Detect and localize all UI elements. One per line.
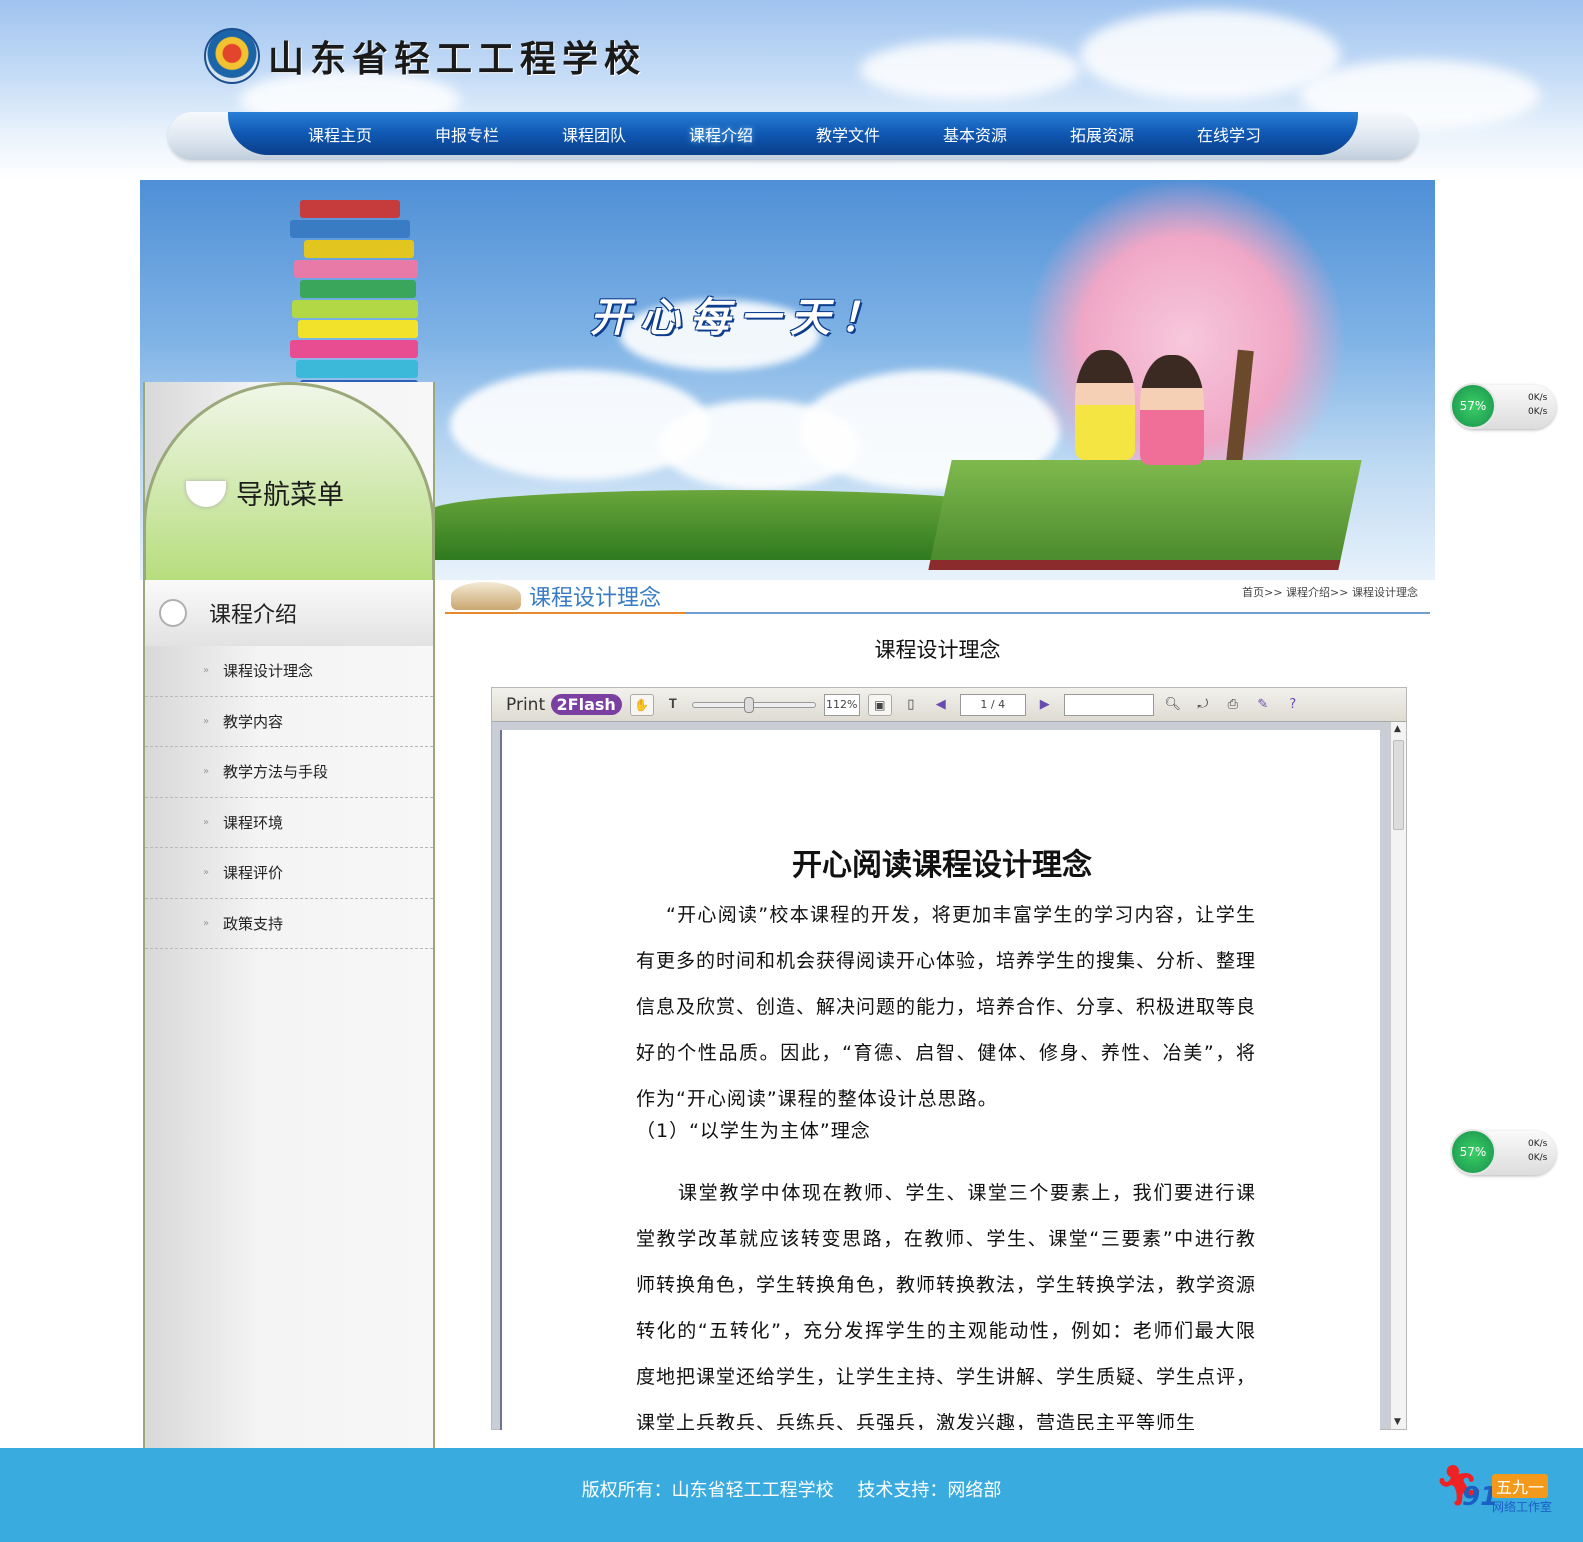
sidebar-item-label: 课程设计理念 [223,662,314,681]
edit-icon[interactable]: ✎ [1252,694,1274,716]
sidebar-item-course-environment[interactable]: » 课程环境 [145,798,433,848]
school-emblem-icon [204,28,260,84]
speed-percent: 57% [1450,383,1496,429]
print-icon[interactable]: ⎙ [1222,694,1244,716]
studio-badge[interactable]: 🏃︎ 91 五九一 网络工作室 [1430,1462,1570,1532]
content-title: 课程设计理念 [529,586,662,611]
sidebar-item-label: 教学方法与手段 [223,763,329,782]
sidebar-item-label: 政策支持 [223,914,284,933]
chevron-right-icon: » [203,816,210,828]
prev-page-icon[interactable]: ◀ [930,694,952,716]
document-list-item: （1）“以学生为主体”理念 [636,1120,871,1142]
sidebar-item-design-concept[interactable]: » 课程设计理念 [145,646,433,697]
hand-icon[interactable]: ✋ [629,693,654,716]
search-icon[interactable]: 🔍︎ [1162,694,1184,716]
banner-slogan: 开心每一天！ [590,295,890,341]
single-page-icon[interactable]: ▯ [900,694,922,716]
content-header: 课程设计理念 首页>> 课程介绍>> 课程设计理念 [445,578,1430,614]
viewer-toolbar: Print 2Flash ✋ 𝐓 112% ▣ ▯ ◀ 1 / 4 ▶ 🔍︎ ⤾… [492,688,1406,722]
nav-item-online-learning[interactable]: 在线学习 [1197,122,1324,146]
sidebar-item-teaching-content[interactable]: » 教学内容 [145,697,433,747]
sidebar-item-label: 课程环境 [223,813,284,832]
fit-page-icon[interactable]: ▣ [867,693,892,716]
search-input[interactable] [1063,693,1154,716]
coffee-cup-icon [186,481,226,507]
text-select-icon[interactable]: 𝐓 [662,694,684,716]
chevron-right-icon: » [203,715,210,727]
document-viewer: Print 2Flash ✋ 𝐓 112% ▣ ▯ ◀ 1 / 4 ▶ 🔍︎ ⤾… [491,687,1407,1430]
chevron-right-icon: » [203,665,210,677]
sidebar-item-course-evaluation[interactable]: » 课程评价 [145,848,433,899]
document-paragraph: 课堂教学中体现在教师、学生、课堂三个要素上，我们要进行课堂教学改革就应该转变思路… [636,1182,1257,1430]
chevron-right-icon: » [203,917,210,929]
title-underline [445,612,685,614]
next-page-icon[interactable]: ▶ [1034,694,1056,716]
page-number-field[interactable]: 1 / 4 [959,693,1026,716]
upload-speed: 0K/s [1528,393,1548,403]
zoom-slider-knob[interactable] [744,696,755,713]
school-name: 山东省轻工工程学校 [268,39,647,80]
brand-pill: 2Flash [550,694,622,715]
document-page[interactable]: 开心阅读课程设计理念 “开心阅读”校本课程的开发，将更加丰富学生的学习内容，让学… [500,730,1380,1430]
document-heading: 开心阅读课程设计理念 [792,848,1092,883]
viewer-scrollbar[interactable]: ▲ ▼ [1390,722,1406,1429]
open-book-icon [451,582,521,610]
scroll-up-icon[interactable]: ▲ [1394,724,1401,734]
nav-item-extended-resources[interactable]: 拓展资源 [1070,122,1197,146]
brand-text: Print [506,695,546,715]
sidebar-item-policy-support[interactable]: » 政策支持 [145,899,433,949]
rotate-icon[interactable]: ⤾ [1192,694,1214,716]
badge-subtitle: 网络工作室 [1492,1500,1553,1514]
school-logo[interactable]: 山东省轻工工程学校 [204,28,646,84]
chevron-right-icon: » [203,766,210,778]
scroll-down-icon[interactable]: ▼ [1394,1417,1401,1427]
sidebar-item-label: 课程评价 [223,864,284,883]
girl-illustration [1075,350,1135,460]
viewer-brand: Print 2Flash [506,694,622,715]
main-navigation: 课程主页 申报专栏 课程团队 课程介绍 教学文件 基本资源 拓展资源 在线学习 [168,112,1418,160]
badge-chinese: 五九一 [1492,1474,1549,1498]
sidebar-menu: » 课程设计理念 » 教学内容 » 教学方法与手段 » 课程环境 » 课程评价 » 政策支持 [145,646,433,949]
open-book-illustration [928,460,1362,570]
help-icon[interactable]: ? [1282,694,1304,716]
scrollbar-thumb[interactable] [1393,740,1404,830]
sidebar-item-teaching-methods[interactable]: » 教学方法与手段 [145,747,433,798]
sidebar-section-header: 课程介绍 [145,580,433,646]
nav-bar: 课程主页 申报专栏 课程团队 课程介绍 教学文件 基本资源 拓展资源 在线学习 [228,112,1358,155]
download-speed: 0K/s [1528,1153,1548,1163]
network-speed-widget[interactable]: 57% 0K/s 0K/s [1450,383,1556,429]
sidebar-section-title: 课程介绍 [209,603,298,628]
nav-item-basic-resources[interactable]: 基本资源 [943,122,1070,146]
girl-illustration [1140,355,1204,465]
nav-item-teaching-files[interactable]: 教学文件 [816,122,943,146]
nav-item-team[interactable]: 课程团队 [562,122,689,146]
upload-speed: 0K/s [1528,1139,1548,1149]
nav-item-application[interactable]: 申报专栏 [435,122,562,146]
zoom-level-field[interactable]: 112% [823,693,860,716]
page-title: 课程设计理念 [874,638,1001,662]
sidebar-item-label: 教学内容 [223,712,284,731]
network-speed-widget[interactable]: 57% 0K/s 0K/s [1450,1129,1556,1175]
nav-item-course-intro[interactable]: 课程介绍 [689,122,816,146]
breadcrumb[interactable]: 首页>> 课程介绍>> 课程设计理念 [1242,584,1418,600]
document-paragraph: “开心阅读”校本课程的开发，将更加丰富学生的学习内容，让学生有更多的时间和机会获… [636,904,1257,1110]
footer: 版权所有：山东省轻工工程学校 技术支持：网络部 [0,1448,1583,1542]
sidebar-nav-title: 导航菜单 [236,480,344,511]
section-circle-icon [159,599,187,627]
chevron-right-icon: » [203,867,210,879]
zoom-slider[interactable] [691,696,816,713]
speed-percent: 57% [1450,1129,1496,1175]
nav-item-home[interactable]: 课程主页 [308,122,435,146]
footer-copyright: 版权所有：山东省轻工工程学校 技术支持：网络部 [581,1480,1002,1501]
download-speed: 0K/s [1528,407,1548,417]
